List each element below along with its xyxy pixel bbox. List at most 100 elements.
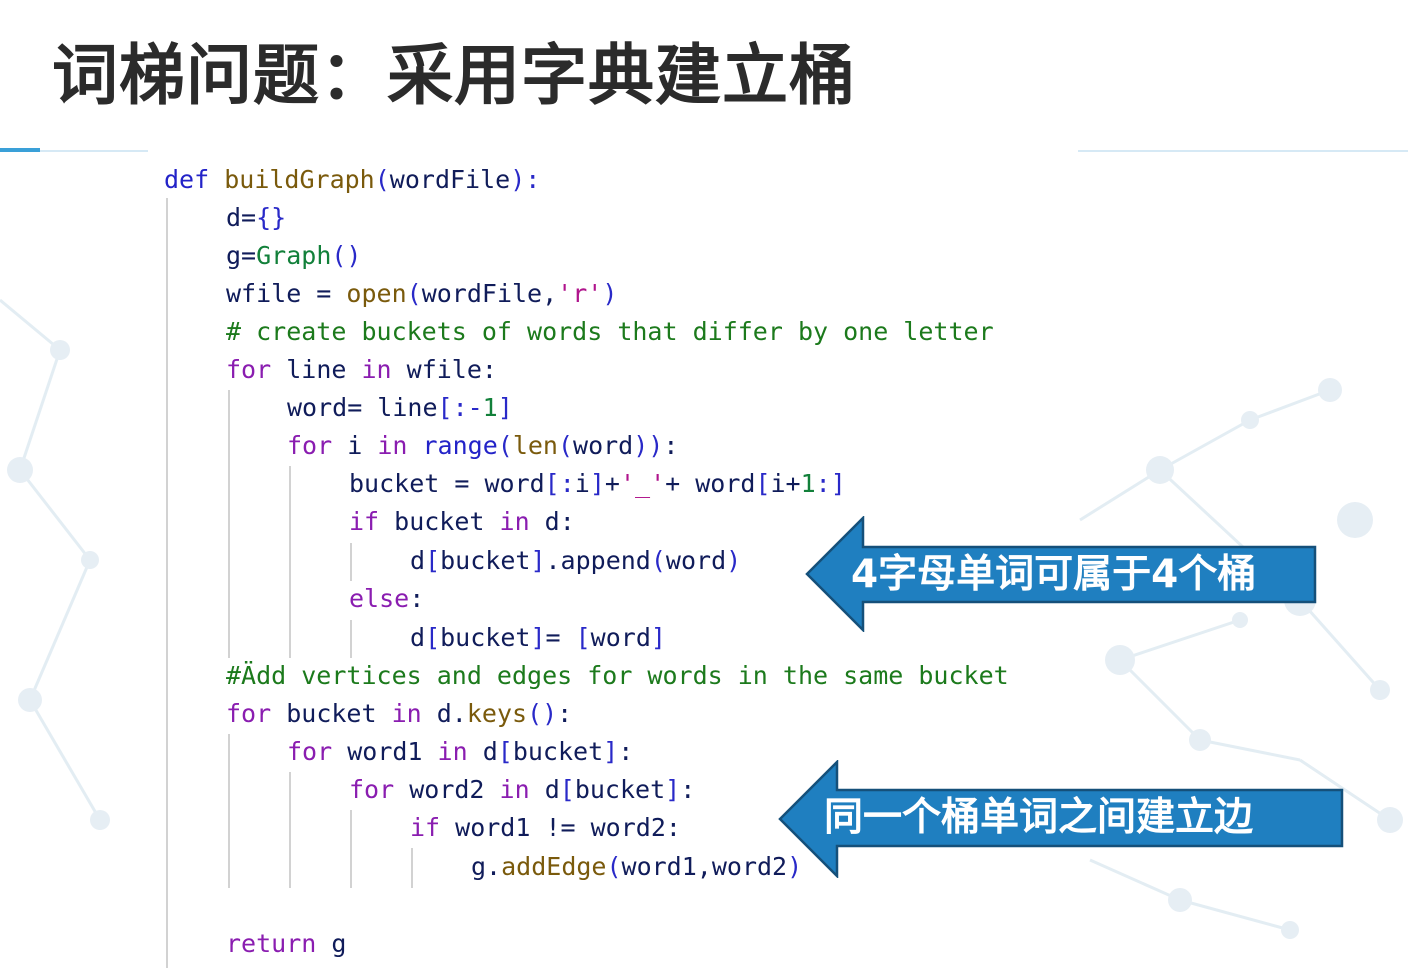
code-line: #Ädd vertices and edges for words in the… <box>226 661 1009 691</box>
code-token: {} <box>256 203 287 232</box>
code-token: else <box>349 584 410 613</box>
title-divider-accent <box>0 148 40 152</box>
code-token: in <box>499 775 545 804</box>
code-token: in <box>437 737 483 766</box>
indent-guide <box>228 734 230 888</box>
code-token: if <box>349 507 395 536</box>
code-token: line <box>286 355 362 384</box>
code-token: bucket <box>440 623 531 652</box>
code-token: ( <box>406 279 422 308</box>
code-token: () <box>331 241 362 270</box>
code-token: [ <box>425 623 441 652</box>
code-token: len <box>512 431 558 460</box>
code-token: [ <box>559 775 575 804</box>
callout-text: 4字母单词可属于4个桶 <box>851 552 1257 597</box>
code-token: ] <box>650 623 666 652</box>
code-token: : <box>680 775 696 804</box>
code-token: bucket <box>440 546 531 575</box>
code-token: word2 <box>409 775 500 804</box>
code-token: word1,word2 <box>621 852 788 881</box>
code-line: word= line[:-1] <box>287 393 513 423</box>
code-token: .append <box>545 546 651 575</box>
code-token: d: <box>544 507 575 536</box>
code-token: i <box>347 431 378 460</box>
code-token: ] <box>530 623 546 652</box>
code-token: g <box>331 929 347 958</box>
code-line: d[bucket].append(word) <box>410 546 741 576</box>
code-token: i <box>574 469 590 498</box>
code-token: wfile: <box>406 355 497 384</box>
code-token: ( <box>497 431 513 460</box>
code-token: [ <box>575 623 591 652</box>
code-token: ( <box>374 165 390 194</box>
code-token: [ <box>755 469 771 498</box>
code-token: 1 <box>800 469 816 498</box>
code-token: word1 != word2: <box>455 813 681 842</box>
code-token: d <box>482 737 498 766</box>
code-token: ] <box>665 775 681 804</box>
code-line: if word1 != word2: <box>410 813 681 843</box>
code-line: d={} <box>226 203 286 233</box>
code-token: ] <box>589 469 605 498</box>
code-line: else: <box>349 584 424 614</box>
code-token: buildGraph <box>224 165 375 194</box>
code-token: ] <box>497 393 513 422</box>
code-token: () <box>527 699 558 728</box>
code-token: d <box>544 775 560 804</box>
code-line: for word1 in d[bucket]: <box>287 737 633 767</box>
code-token: i+ <box>770 469 801 498</box>
callout-text: 同一个桶单词之间建立边 <box>824 795 1254 840</box>
code-line: for word2 in d[bucket]: <box>349 775 695 805</box>
code-token: word <box>665 546 727 575</box>
code-token: d <box>410 623 426 652</box>
code-token: word1 <box>347 737 438 766</box>
code-token: d= <box>226 203 257 232</box>
code-token: : <box>663 431 679 460</box>
code-token: [:- <box>437 393 483 422</box>
code-line: for bucket in d.keys(): <box>226 699 572 729</box>
code-token: '_' <box>619 469 666 498</box>
code-token: word <box>590 623 651 652</box>
code-token: for <box>349 775 410 804</box>
code-token: in <box>361 355 407 384</box>
code-token: g= <box>226 241 257 270</box>
indent-guide <box>289 466 291 658</box>
code-token: ] <box>530 546 546 575</box>
code-line: wfile = open(wordFile,'r') <box>226 279 617 309</box>
code-token: for <box>226 355 287 384</box>
code-token: bucket <box>512 737 604 766</box>
code-line: def buildGraph(wordFile): <box>164 165 540 195</box>
code-token: for <box>287 431 348 460</box>
code-line: bucket = word[:i]+'_'+ word[i+1:] <box>349 469 846 499</box>
code-token: addEdge <box>501 852 607 881</box>
code-line: return g <box>226 929 346 959</box>
code-token: + <box>604 469 620 498</box>
code-line: g.addEdge(word1,word2) <box>471 852 802 882</box>
indent-guide <box>289 772 291 888</box>
code-token: = <box>545 623 576 652</box>
code-token: range <box>422 431 498 460</box>
code-token: bucket <box>574 775 666 804</box>
callout-same-bucket-edges: 同一个桶单词之间建立边 <box>778 760 1346 878</box>
indent-guide <box>228 390 230 658</box>
code-token: bucket = word <box>349 469 545 498</box>
code-token: for <box>287 737 348 766</box>
code-token: : <box>618 737 634 766</box>
indent-guide <box>350 620 352 658</box>
callout-bucket-membership: 4字母单词可属于4个桶 <box>805 516 1319 632</box>
code-token: keys <box>466 699 528 728</box>
code-line: d[bucket]= [word] <box>410 623 666 653</box>
code-token: return <box>226 929 332 958</box>
code-line: for i in range(len(word)): <box>287 431 678 461</box>
code-token: : <box>409 584 425 613</box>
code-token: [ <box>425 546 441 575</box>
code-token: + word <box>665 469 756 498</box>
code-token: ): <box>510 165 541 194</box>
code-token: Graph <box>256 241 332 270</box>
code-token: )) <box>633 431 664 460</box>
indent-guide <box>350 810 352 888</box>
code-token: ( <box>606 852 622 881</box>
code-line: # create buckets of words that differ by… <box>226 317 994 347</box>
code-line: if bucket in d: <box>349 507 575 537</box>
code-token: ( <box>557 431 574 460</box>
